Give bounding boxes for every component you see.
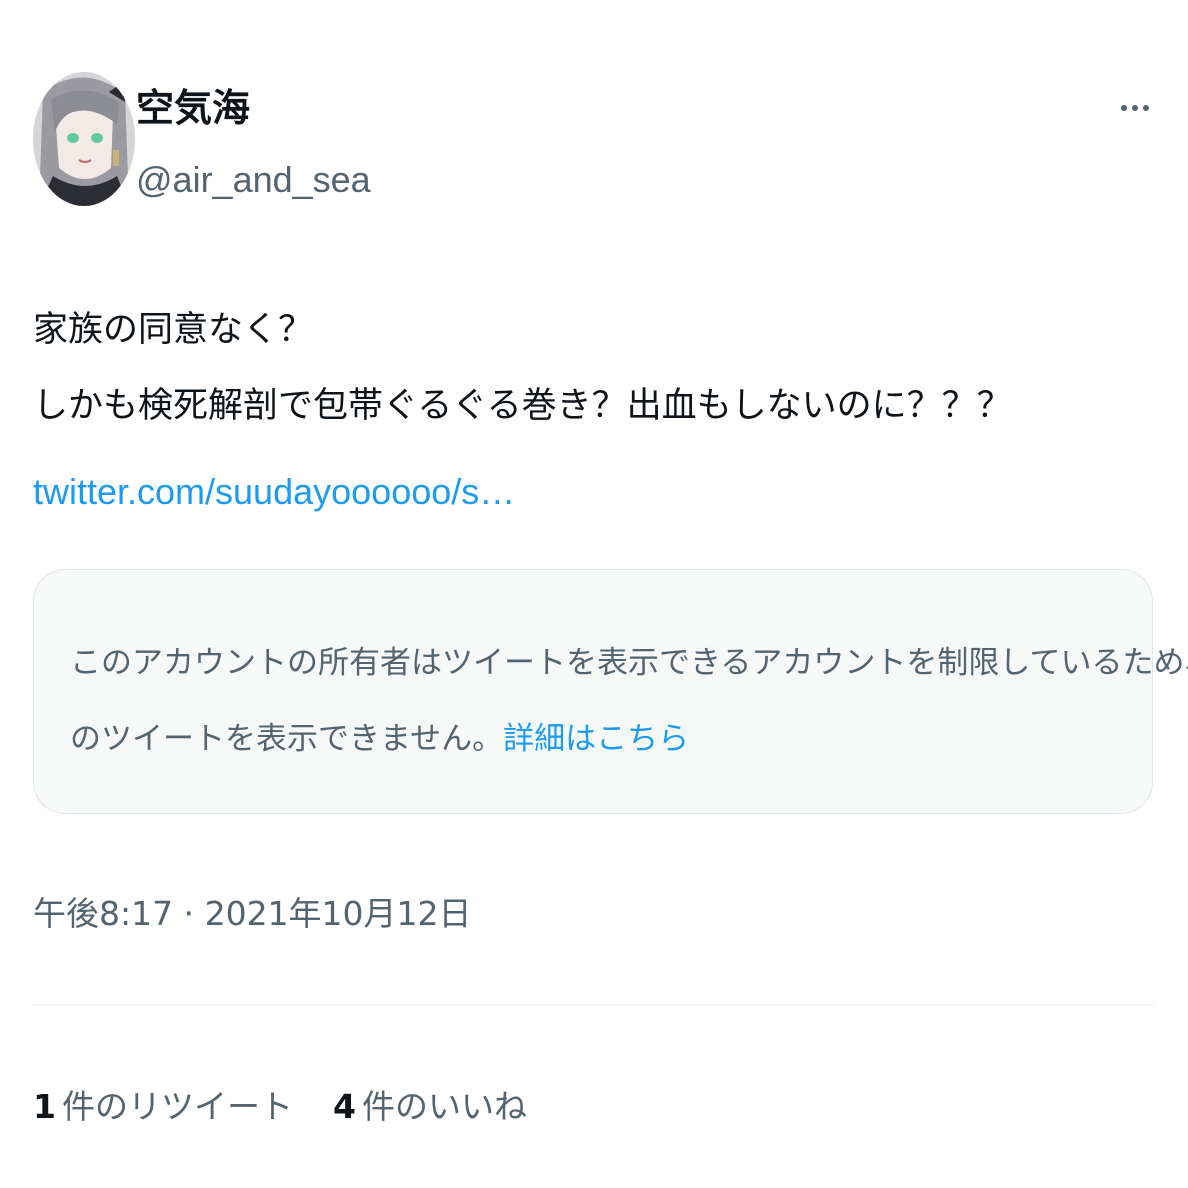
notice-text: のツイートを表示できません。 xyxy=(70,721,504,757)
engagement-stats: 1 件のリツイート 4 件のいいね xyxy=(33,1074,527,1134)
notice-line: のツイートを表示できません。詳細はこちら xyxy=(70,701,1130,777)
tweet-link[interactable]: twitter.com/suudayoooooo/s… xyxy=(33,464,515,520)
avatar[interactable] xyxy=(33,72,135,206)
likes-label: 件のいいね xyxy=(361,1087,527,1126)
notice-line: このアカウントの所有者はツイートを表示できるアカウントを制限しているため、こ xyxy=(70,645,1188,681)
tweet-timestamp[interactable]: 午後8:17 · 2021年10月12日 xyxy=(33,884,472,944)
tweet-text-line: 家族の同意なく？ xyxy=(33,310,314,350)
more-dot-icon xyxy=(1121,105,1127,111)
more-options-button[interactable] xyxy=(1110,88,1160,128)
tweet-text: 家族の同意なく？ しかも検死解剖で包帯ぐるぐる巻き？出血もしないのに？？？ xyxy=(33,292,1153,444)
likes-stat[interactable]: 4 件のいいね xyxy=(333,1080,527,1128)
display-name[interactable]: 空気海 xyxy=(136,84,250,132)
divider xyxy=(33,1004,1153,1006)
retweets-label: 件のリツイート xyxy=(61,1087,293,1126)
more-dot-icon xyxy=(1143,105,1149,111)
tweet-text-line: しかも検死解剖で包帯ぐるぐる巻き？出血もしないのに？？？ xyxy=(33,386,1012,426)
quoted-tweet-unavailable: このアカウントの所有者はツイートを表示できるアカウントを制限しているため、こ の… xyxy=(33,569,1188,814)
likes-count: 4 xyxy=(332,1087,356,1126)
more-dot-icon xyxy=(1132,105,1138,111)
retweets-stat[interactable]: 1 件のリツイート xyxy=(33,1080,293,1128)
unavailable-notice: このアカウントの所有者はツイートを表示できるアカウントを制限しているため、こ の… xyxy=(70,625,1188,777)
retweets-count: 1 xyxy=(33,1087,56,1126)
learn-more-link[interactable]: 詳細はこちら xyxy=(503,721,689,757)
user-handle[interactable]: @air_and_sea xyxy=(136,156,371,204)
